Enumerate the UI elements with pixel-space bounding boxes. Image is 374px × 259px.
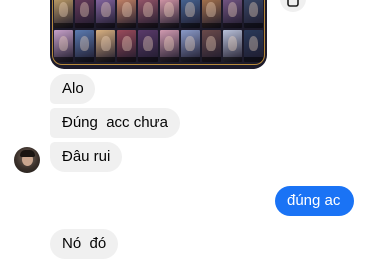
message-bubble[interactable]: Alo (50, 74, 95, 104)
avatar-hair (20, 150, 35, 157)
avatar[interactable] (14, 147, 40, 173)
forward-button[interactable] (280, 0, 306, 12)
message-bubble-outgoing[interactable]: đúng ac (275, 186, 354, 216)
message-bubble[interactable]: Nó đó (50, 229, 118, 259)
message-bubble[interactable]: Đâu rui (50, 142, 122, 172)
image-frame (52, 0, 265, 65)
message-bubble[interactable]: Đúng acc chưa (50, 108, 180, 138)
shared-image[interactable] (50, 0, 267, 69)
chat-area: Alo Đúng acc chưa Đâu rui đúng ac Nó đó (0, 0, 374, 259)
